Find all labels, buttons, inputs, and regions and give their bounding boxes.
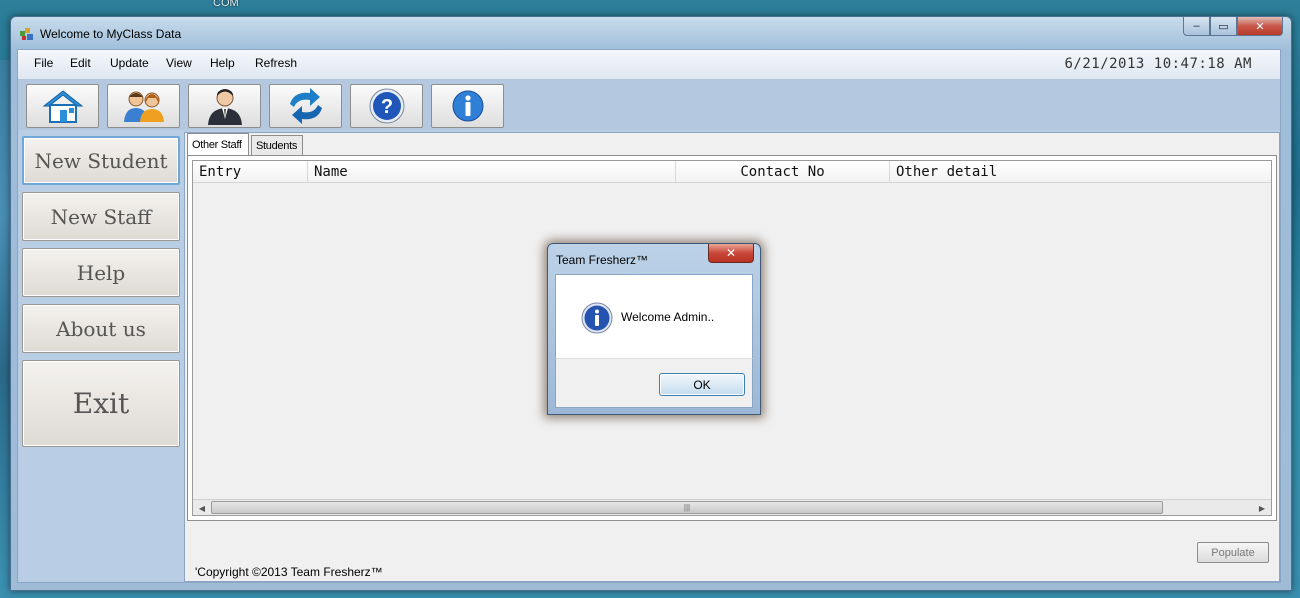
- scroll-left-icon[interactable]: ◀: [195, 502, 209, 514]
- window-controls: ‒ ▭ ✕: [1183, 17, 1283, 37]
- menu-refresh[interactable]: Refresh: [253, 56, 299, 70]
- help-icon: ?: [369, 88, 404, 124]
- datetime-display: 6/21/2013 10:47:18 AM: [1064, 56, 1252, 72]
- help-side-button[interactable]: Help: [22, 248, 180, 297]
- column-header-contact[interactable]: Contact No: [676, 161, 890, 183]
- toolbar: ?: [18, 80, 1280, 130]
- refresh-button[interactable]: [269, 84, 342, 128]
- svg-text:?: ?: [380, 96, 392, 118]
- horizontal-scrollbar[interactable]: ◀ ||| ▶: [193, 499, 1271, 515]
- desktop-label: COM: [213, 0, 239, 9]
- window-title: Welcome to MyClass Data: [40, 27, 182, 41]
- menu-edit[interactable]: Edit: [68, 56, 93, 70]
- tab-other-staff[interactable]: Other Staff: [187, 133, 249, 155]
- desktop-icons-strip: [0, 60, 10, 580]
- info-icon: [452, 90, 483, 122]
- users-button[interactable]: [107, 84, 180, 128]
- new-student-button[interactable]: New Student: [22, 136, 180, 185]
- info-button[interactable]: [431, 84, 504, 128]
- close-icon: ✕: [1255, 20, 1265, 33]
- menu-update[interactable]: Update: [108, 56, 151, 70]
- column-header-other-detail[interactable]: Other detail: [890, 161, 1273, 183]
- maximize-icon: ▭: [1218, 20, 1229, 33]
- column-header-entry[interactable]: Entry: [193, 161, 308, 183]
- minimize-icon: ‒: [1193, 20, 1200, 32]
- dialog-footer: OK: [555, 358, 753, 408]
- users-icon: [123, 91, 164, 122]
- home-button[interactable]: [26, 84, 99, 128]
- minimize-button[interactable]: ‒: [1183, 17, 1210, 36]
- dialog-close-button[interactable]: ✕: [708, 244, 754, 263]
- title-bar[interactable]: Welcome to MyClass Data ‒ ▭ ✕: [11, 17, 1291, 49]
- grip-icon: |||: [683, 503, 691, 512]
- menu-file[interactable]: File: [32, 56, 55, 70]
- populate-button[interactable]: Populate: [1197, 542, 1269, 563]
- home-icon: [42, 90, 83, 123]
- refresh-icon: [289, 88, 322, 124]
- close-button[interactable]: ✕: [1237, 17, 1283, 36]
- dialog-body: Welcome Admin..: [555, 274, 753, 358]
- staff-button[interactable]: [188, 84, 261, 128]
- column-header-name[interactable]: Name: [308, 161, 676, 183]
- ok-button[interactable]: OK: [659, 373, 745, 396]
- maximize-button[interactable]: ▭: [1210, 17, 1237, 36]
- menu-help[interactable]: Help: [208, 56, 237, 70]
- about-us-button[interactable]: About us: [22, 304, 180, 353]
- close-icon: ✕: [725, 246, 737, 260]
- dialog-title: Team Fresherz™: [556, 253, 649, 267]
- scroll-right-icon[interactable]: ▶: [1255, 502, 1269, 514]
- help-button[interactable]: ?: [350, 84, 423, 128]
- copyright-text: 'Copyright ©2013 Team Fresherz™: [195, 565, 383, 579]
- app-icon: [20, 28, 33, 40]
- staff-icon: [207, 89, 242, 125]
- scrollbar-thumb[interactable]: |||: [211, 501, 1163, 514]
- menu-view[interactable]: View: [164, 56, 194, 70]
- info-icon: [581, 302, 613, 334]
- tab-students[interactable]: Students: [251, 135, 303, 155]
- new-staff-button[interactable]: New Staff: [22, 192, 180, 241]
- menu-bar: File Edit Update View Help Refresh 6/21/…: [18, 50, 1280, 80]
- dialog-message: Welcome Admin..: [621, 310, 715, 324]
- grid-header: Entry Name Contact No Other detail: [193, 161, 1271, 183]
- exit-button[interactable]: Exit: [22, 360, 180, 447]
- message-dialog: Team Fresherz™ ✕ Welcome Admin.. OK: [547, 243, 761, 415]
